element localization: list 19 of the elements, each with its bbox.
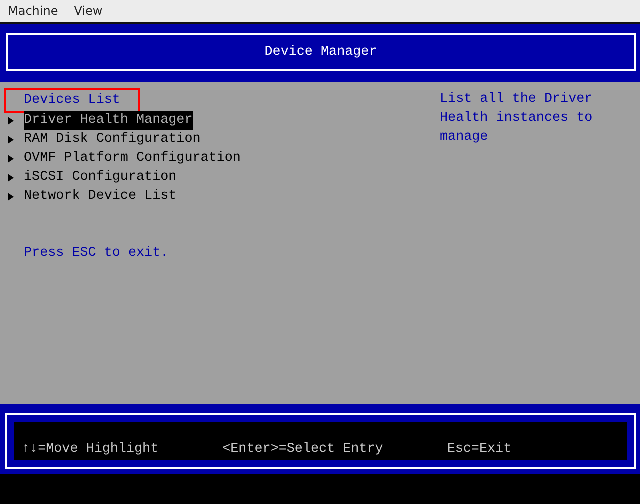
triangle-icon — [8, 192, 14, 200]
section-heading: Devices List — [6, 90, 138, 111]
hint-text: Press ESC to exit. — [24, 245, 169, 263]
key-hint: ↑↓=Move Highlight — [22, 441, 159, 459]
key-hint: Esc=Exit — [447, 441, 512, 459]
menu-entry[interactable]: Driver Health Manager — [24, 111, 193, 130]
triangle-icon — [8, 174, 14, 182]
triangle-icon — [8, 116, 14, 124]
menu-entry[interactable]: RAM Disk Configuration — [24, 130, 201, 149]
triangle-icon — [8, 154, 14, 162]
menu-item[interactable]: View — [74, 2, 103, 20]
menu-entry[interactable]: OVMF Platform Configuration — [24, 149, 241, 168]
menu-item[interactable]: Machine — [8, 2, 58, 20]
help-text: List all the Driver Health instances to manage — [440, 91, 594, 147]
menu-entry[interactable]: Network Device List — [24, 187, 177, 206]
menu-entry[interactable]: iSCSI Configuration — [24, 168, 177, 187]
triangle-icon — [8, 136, 14, 144]
page-title: Device Manager — [6, 33, 636, 71]
key-hint: <Enter>=Select Entry — [222, 441, 384, 459]
